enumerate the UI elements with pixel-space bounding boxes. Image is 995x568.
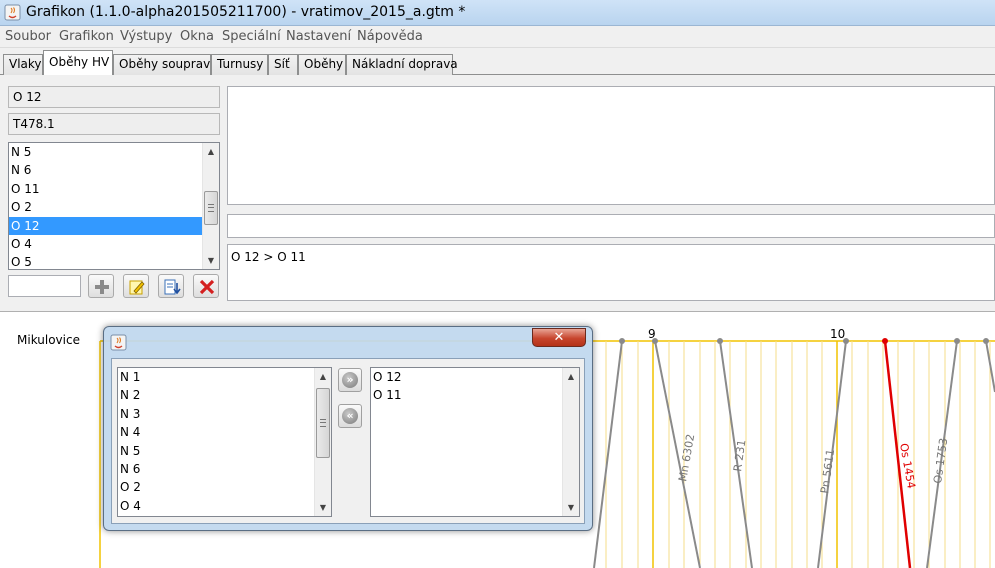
tab-sit[interactable]: Síť <box>268 54 298 75</box>
java-app-icon <box>110 334 127 351</box>
list-item[interactable]: N 4 <box>118 423 331 441</box>
selected-circulations-list[interactable]: O 12 O 11 ▲ ▼ <box>370 367 580 517</box>
list-item[interactable]: N 6 <box>9 161 219 179</box>
menu-nastaveni[interactable]: Nastavení <box>286 29 351 44</box>
import-circulation-button[interactable] <box>158 274 184 298</box>
list-item[interactable]: O 5 <box>9 253 219 269</box>
list-item[interactable]: N 3 <box>118 405 331 423</box>
menu-napoveda[interactable]: Nápověda <box>357 29 423 44</box>
list-item[interactable]: N 5 <box>118 442 331 460</box>
menu-soubor[interactable]: Soubor <box>5 29 51 44</box>
delete-circulation-button[interactable] <box>193 274 219 298</box>
station-label: Mikulovice <box>17 333 80 347</box>
train-line-os-1753[interactable]: Os 1753 <box>926 338 960 568</box>
window-title: Grafikon (1.1.0-alpha201505211700) - vra… <box>26 4 466 20</box>
menu-grafikon[interactable]: Grafikon <box>59 29 114 44</box>
menu-bar: Soubor Grafikon Výstupy Okna Speciální N… <box>0 26 995 48</box>
selected-list-scrollbar[interactable]: ▲ ▼ <box>562 368 579 516</box>
list-item[interactable]: O 4 <box>118 497 331 515</box>
plus-icon <box>95 280 109 294</box>
train-line-pn-5611[interactable]: Pn 5611 <box>817 338 849 568</box>
train-label: Os 1753 <box>931 437 950 484</box>
train-label: Mn 6302 <box>676 433 697 482</box>
scroll-thumb[interactable] <box>316 388 330 458</box>
java-app-icon <box>4 4 21 21</box>
circulation-panel: O 12 T478.1 N 5 N 6 O 11 O 2 O 12 O 4 O … <box>0 75 995 312</box>
add-circulation-button[interactable] <box>88 274 114 298</box>
scroll-thumb[interactable] <box>204 191 218 225</box>
list-item-selected[interactable]: O 12 <box>9 216 219 235</box>
list-item[interactable]: O 2 <box>118 478 331 496</box>
tab-bar: Vlaky Oběhy HV Oběhy souprav Turnusy Síť… <box>0 48 995 76</box>
tab-turnusy[interactable]: Turnusy <box>211 54 268 75</box>
list-item[interactable]: O 11 <box>371 386 579 404</box>
add-selected-button[interactable]: » <box>338 368 362 392</box>
import-icon <box>164 279 181 295</box>
tab-nakladni-doprava[interactable]: Nákladní doprava <box>346 54 458 75</box>
hour-label-10: 10 <box>830 327 845 341</box>
window-titlebar: Grafikon (1.1.0-alpha201505211700) - vra… <box>0 0 995 26</box>
scroll-down-arrow-icon[interactable]: ▼ <box>563 499 579 516</box>
list-item[interactable]: N 6 <box>118 460 331 478</box>
double-chevron-left-icon: « <box>342 408 358 424</box>
remove-selected-button[interactable]: « <box>338 404 362 428</box>
close-icon: ✕ <box>553 330 565 345</box>
list-item[interactable]: O 12 <box>371 368 579 386</box>
tab-vlaky[interactable]: Vlaky <box>3 54 43 75</box>
list-item[interactable]: N 1 <box>118 368 331 386</box>
circulation-list-scrollbar[interactable]: ▲ ▼ <box>202 143 219 269</box>
list-item[interactable]: O 2 <box>9 198 219 216</box>
list-item[interactable]: O 4 <box>9 235 219 253</box>
scroll-up-arrow-icon[interactable]: ▲ <box>203 143 219 160</box>
tab-obehy-souprav[interactable]: Oběhy souprav <box>113 54 211 75</box>
circulation-name-field: O 12 <box>8 86 220 108</box>
available-list-scrollbar[interactable]: ▲ ▼ <box>314 368 331 516</box>
tab-obehy-hv[interactable]: Oběhy HV <box>43 50 113 76</box>
edit-circulation-button[interactable] <box>123 274 149 298</box>
new-circulation-input[interactable] <box>8 275 81 297</box>
scroll-down-arrow-icon[interactable]: ▼ <box>315 499 331 516</box>
dialog-close-button[interactable]: ✕ <box>532 328 586 347</box>
circulation-list[interactable]: N 5 N 6 O 11 O 2 O 12 O 4 O 5 ▲ ▼ <box>8 142 220 270</box>
select-circulations-dialog: ✕ N 1 N 2 N 3 N 4 N 5 N 6 O 2 O 4 ▲ ▼ » … <box>103 326 593 531</box>
train-line-r-231[interactable]: R 231 <box>717 338 753 568</box>
tab-obehy[interactable]: Oběhy <box>298 54 346 75</box>
list-item[interactable]: N 2 <box>118 386 331 404</box>
circulation-sequence-area[interactable]: O 12 > O 11 <box>227 244 995 301</box>
train-line-os-1454[interactable]: Os 1454 <box>882 338 918 568</box>
circulation-description-area[interactable] <box>227 86 995 205</box>
scroll-up-arrow-icon[interactable]: ▲ <box>315 368 331 385</box>
available-circulations-list[interactable]: N 1 N 2 N 3 N 4 N 5 N 6 O 2 O 4 ▲ ▼ <box>117 367 332 517</box>
scroll-up-arrow-icon[interactable]: ▲ <box>563 368 579 385</box>
menu-vystupy[interactable]: Výstupy <box>120 29 172 44</box>
scroll-down-arrow-icon[interactable]: ▼ <box>203 252 219 269</box>
list-item[interactable]: O 11 <box>9 180 219 198</box>
train-line-mn-6302[interactable]: Mn 6302 <box>652 338 701 568</box>
dialog-content: N 1 N 2 N 3 N 4 N 5 N 6 O 2 O 4 ▲ ▼ » « … <box>111 358 585 524</box>
edit-icon <box>129 280 145 295</box>
double-chevron-right-icon: » <box>342 372 358 388</box>
train-label: Pn 5611 <box>818 448 837 494</box>
list-item[interactable]: N 5 <box>9 143 219 161</box>
menu-specialni[interactable]: Speciální <box>222 29 281 44</box>
delete-icon <box>199 279 215 295</box>
menu-okna[interactable]: Okna <box>180 29 214 44</box>
circulation-detail-field[interactable] <box>227 214 995 238</box>
engine-type-field: T478.1 <box>8 113 220 135</box>
